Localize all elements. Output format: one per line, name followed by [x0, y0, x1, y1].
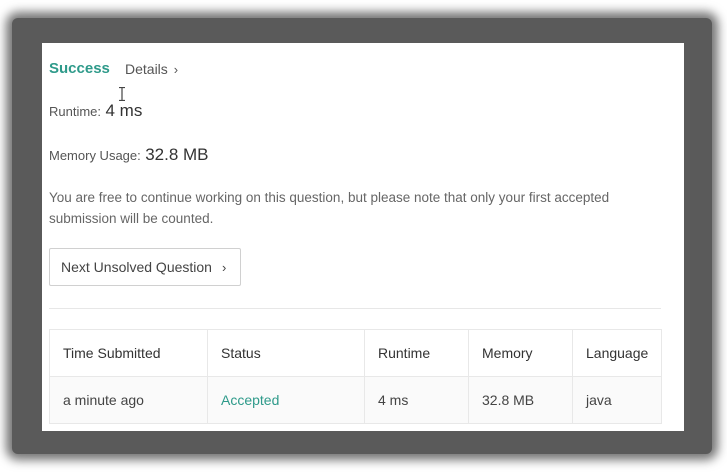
chevron-right-icon: › [221, 259, 227, 275]
column-header-time-submitted: Time Submitted [49, 329, 208, 377]
next-unsolved-question-button[interactable]: Next Unsolved Question › [49, 248, 241, 286]
memory-label: Memory Usage: [49, 148, 141, 163]
text-cursor-icon [119, 87, 125, 101]
column-header-language: Language [571, 329, 663, 377]
runtime-label: Runtime: [49, 104, 102, 119]
cell-runtime: 4 ms [364, 376, 469, 424]
details-link-label: Details [125, 61, 168, 77]
cell-status-accepted-link[interactable]: Accepted [207, 376, 365, 424]
chevron-right-icon: › [173, 62, 179, 77]
runtime-value: 4 ms [105, 101, 143, 120]
next-button-label: Next Unsolved Question [61, 259, 212, 275]
column-header-memory: Memory [468, 329, 573, 377]
memory-stat: Memory Usage: 32.8 MB [49, 145, 209, 165]
memory-value: 32.8 MB [145, 145, 209, 164]
divider [49, 308, 661, 309]
submission-result-panel: Success Details › Runtime: 4 ms Memory Us… [42, 43, 684, 431]
cell-memory: 32.8 MB [468, 376, 573, 424]
table-header-row: Time Submitted Status Runtime Memory Lan… [49, 329, 663, 377]
column-header-status: Status [207, 329, 365, 377]
submissions-table: Time Submitted Status Runtime Memory Lan… [49, 329, 663, 424]
submission-note: You are free to continue working on this… [49, 190, 610, 226]
status-success-label: Success [49, 60, 110, 77]
runtime-stat: Runtime: 4 ms [49, 101, 142, 121]
table-row: a minute ago Accepted 4 ms 32.8 MB java [49, 376, 663, 424]
cell-language: java [571, 376, 663, 424]
column-header-runtime: Runtime [364, 329, 469, 377]
details-link[interactable]: Details › [125, 61, 178, 77]
cell-time-submitted: a minute ago [49, 376, 208, 424]
